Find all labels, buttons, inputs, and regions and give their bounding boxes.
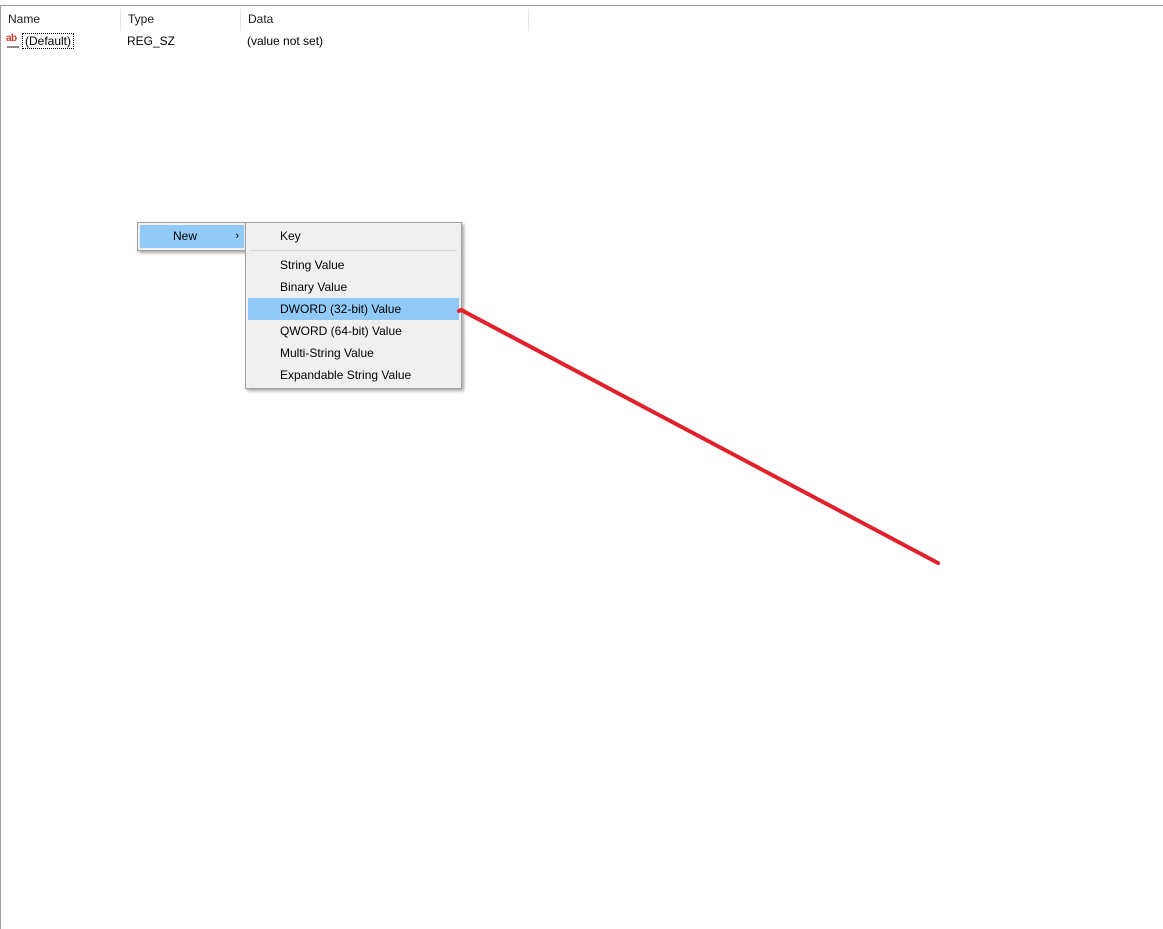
new-submenu: Key String Value Binary Value DWORD (32-… <box>245 222 462 389</box>
column-separator[interactable] <box>528 9 529 31</box>
string-value-icon: ab <box>6 33 20 48</box>
menu-item-multi-string-value[interactable]: Multi-String Value <box>248 342 459 364</box>
menu-item-qword-value[interactable]: QWORD (64-bit) Value <box>248 320 459 342</box>
menu-item-new-label: New <box>173 229 198 243</box>
chevron-right-icon: › <box>235 230 239 242</box>
menu-item-qword-value-label: QWORD (64-bit) Value <box>280 324 402 338</box>
value-name: (Default) <box>22 33 75 49</box>
menu-item-expandable-string-value[interactable]: Expandable String Value <box>248 364 459 386</box>
menu-item-multi-string-value-label: Multi-String Value <box>280 346 374 360</box>
annotation-stroke <box>457 308 940 565</box>
menu-item-expandable-string-value-label: Expandable String Value <box>280 368 412 382</box>
menu-item-dword-value[interactable]: DWORD (32-bit) Value <box>248 298 459 320</box>
column-header-name[interactable]: Name <box>1 6 121 32</box>
value-data: (value not set) <box>247 34 324 48</box>
menu-separator <box>250 250 457 251</box>
menu-item-string-value[interactable]: String Value <box>248 254 459 276</box>
menu-item-binary-value-label: Binary Value <box>280 280 348 294</box>
menu-item-new[interactable]: New › <box>140 225 244 248</box>
red-annotation-line <box>457 308 940 565</box>
list-header: Name Type Data <box>1 6 1163 32</box>
column-header-data-label: Data <box>248 12 274 26</box>
column-header-data[interactable]: Data <box>241 6 529 32</box>
value-name-cell[interactable]: ab (Default) <box>1 33 121 49</box>
value-type: REG_SZ <box>127 34 176 48</box>
menu-item-dword-value-label: DWORD (32-bit) Value <box>280 302 402 316</box>
left-border <box>0 5 1 929</box>
menu-item-key[interactable]: Key <box>248 225 459 247</box>
table-row[interactable]: ab (Default) REG_SZ (value not set) <box>1 32 601 50</box>
column-header-type[interactable]: Type <box>121 6 241 32</box>
context-menu: New › <box>137 222 247 251</box>
column-header-name-label: Name <box>8 12 41 26</box>
menu-item-binary-value[interactable]: Binary Value <box>248 276 459 298</box>
registry-editor-values-pane: Name Type Data ab (Default) REG_SZ (valu… <box>0 0 1163 929</box>
menu-item-string-value-label: String Value <box>280 258 345 272</box>
column-header-type-label: Type <box>128 12 155 26</box>
menu-item-key-label: Key <box>280 229 301 243</box>
